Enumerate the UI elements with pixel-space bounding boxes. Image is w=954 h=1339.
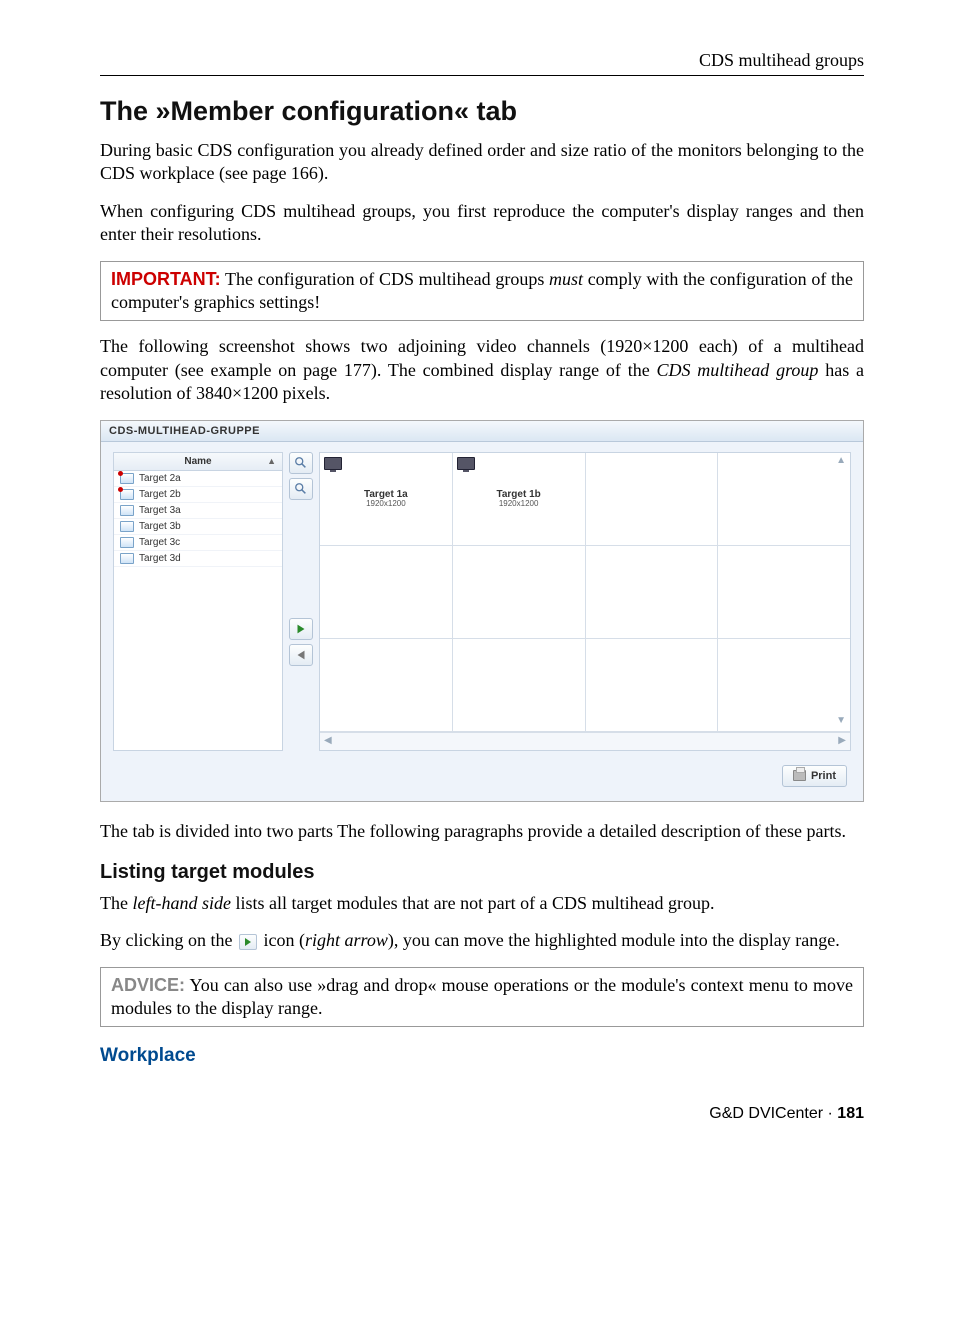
button-column [287,452,315,751]
config-panel: CDS-MULTIHEAD-GRUPPE Name ▲ Target 2a Ta… [100,420,864,802]
monitor-icon [120,489,134,500]
list-item-label: Target 3b [139,521,181,532]
monitor-icon [120,521,134,532]
list-item[interactable]: Target 3a [114,503,282,519]
printer-icon [793,770,806,781]
arrow-right-icon [294,622,308,636]
intro-paragraph-1: During basic CDS configuration you alrea… [100,139,864,186]
section-header: CDS multihead groups [100,50,864,71]
page-title: The »Member configuration« tab [100,96,864,127]
monitor-icon [120,505,134,516]
monitor-icon [457,457,475,470]
print-button-label: Print [811,770,836,782]
grid-cell[interactable] [718,546,850,638]
arrow-right-icon [239,934,257,950]
list-item-label: Target 2a [139,473,181,484]
grid-cell[interactable] [453,546,586,638]
listing-p2-b: icon ( [259,930,305,950]
footer-product: G&D DVICenter · [709,1105,837,1122]
advice-label: ADVICE: [111,975,185,995]
advice-callout: ADVICE: You can also use »drag and drop«… [100,967,864,1028]
cell-resolution: 1920x1200 [364,500,408,509]
intro-paragraph-2: When configuring CDS multihead groups, y… [100,200,864,247]
scroll-left-icon[interactable]: ◀ [324,735,332,746]
panel-title: CDS-MULTIHEAD-GRUPPE [101,421,863,442]
list-item[interactable]: Target 2a [114,471,282,487]
list-item-label: Target 2b [139,489,181,500]
footer-page-number: 181 [837,1105,864,1122]
display-grid: ▲ Target 1a 1920x1200 Targe [319,452,851,751]
sort-arrow-icon: ▲ [267,456,276,466]
list-header-label: Name [184,456,211,467]
monitor-icon [120,537,134,548]
grid-cell[interactable] [586,546,719,638]
search-button-lower[interactable] [289,478,313,500]
grid-cell[interactable] [718,453,850,545]
list-item-label: Target 3d [139,553,181,564]
listing-paragraph-1: The left-hand side lists all target modu… [100,892,864,915]
subheading-listing: Listing target modules [100,861,864,884]
tab-description: The tab is divided into two parts The fo… [100,820,864,843]
move-right-button[interactable] [289,618,313,640]
listing-p2-a: By clicking on the [100,930,237,950]
listing-p2-c: ), you can move the highlighted module i… [388,930,840,950]
advice-text: You can also use »drag and drop« mouse o… [111,975,853,1018]
scroll-right-icon[interactable]: ▶ [838,735,846,746]
header-rule [100,75,864,76]
list-item-label: Target 3a [139,505,181,516]
listing-p1-b: lists all target modules that are not pa… [231,893,715,913]
page-footer: G&D DVICenter · 181 [100,1105,864,1123]
monitor-icon [324,457,342,470]
grid-cell[interactable] [320,546,453,638]
important-label: IMPORTANT: [111,269,221,289]
arrow-left-icon [294,648,308,662]
screenshot-intro: The following screenshot shows two adjoi… [100,335,864,405]
grid-cell[interactable] [586,453,719,545]
screenshot-intro-em: CDS multihead group [657,360,819,380]
listing-paragraph-2: By clicking on the icon (right arrow), y… [100,929,864,952]
listing-p2-em: right arrow [305,930,388,950]
scroll-down-icon[interactable]: ▼ [836,715,846,726]
grid-cell[interactable] [453,639,586,731]
grid-cell[interactable]: Target 1a 1920x1200 [320,453,453,545]
grid-cell[interactable] [718,639,850,731]
list-item[interactable]: Target 2b [114,487,282,503]
target-list: Name ▲ Target 2a Target 2b Target 3a Tar… [113,452,283,751]
magnifier-icon [294,456,308,470]
list-item[interactable]: Target 3d [114,551,282,567]
list-item-label: Target 3c [139,537,180,548]
grid-cell[interactable]: Target 1b 1920x1200 [453,453,586,545]
search-button-upper[interactable] [289,452,313,474]
grid-cell[interactable] [586,639,719,731]
list-item[interactable]: Target 3b [114,519,282,535]
listing-p1-em: left-hand side [132,893,230,913]
monitor-icon [120,553,134,564]
important-text-a: The configuration of CDS multihead group… [221,269,549,289]
grid-cell[interactable] [320,639,453,731]
monitor-icon [120,473,134,484]
subheading-workplace: Workplace [100,1045,864,1067]
list-header[interactable]: Name ▲ [114,453,282,471]
horizontal-scrollbar[interactable]: ◀ ▶ [320,732,850,750]
cell-resolution: 1920x1200 [496,500,540,509]
important-text-em: must [549,269,583,289]
listing-p1-a: The [100,893,132,913]
print-button[interactable]: Print [782,765,847,787]
important-callout: IMPORTANT: The configuration of CDS mult… [100,261,864,322]
magnifier-icon [294,482,308,496]
list-item[interactable]: Target 3c [114,535,282,551]
move-left-button[interactable] [289,644,313,666]
